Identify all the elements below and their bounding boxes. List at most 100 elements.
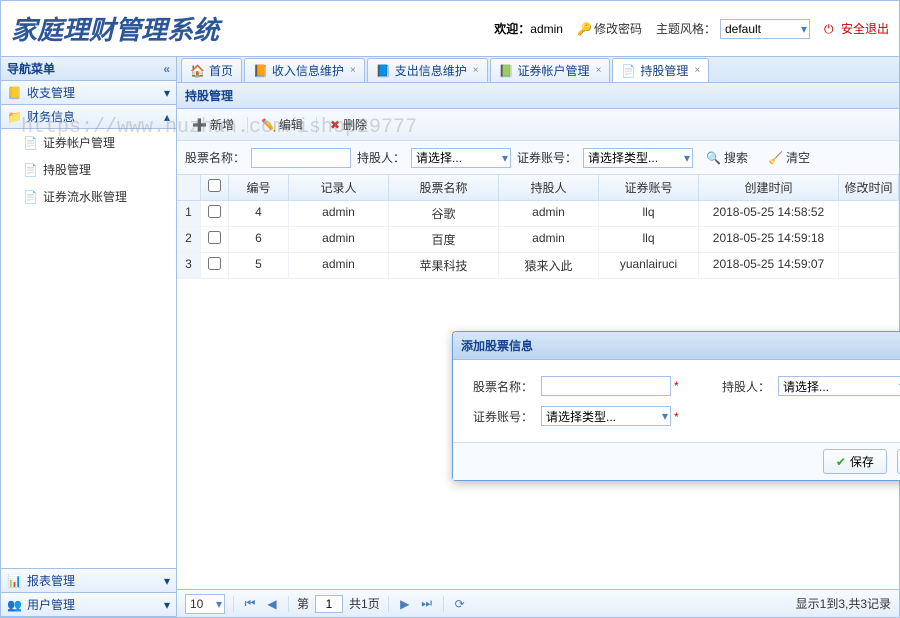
col-recorder[interactable]: 记录人 [289, 175, 389, 200]
next-page-button[interactable]: ▶ [397, 596, 413, 612]
tab-bar: 🏠首页 📙收入信息维护× 📘支出信息维护× 📗证券帐户管理× 📄持股管理× [177, 57, 899, 83]
page-size-combo[interactable]: 10▾ [185, 594, 225, 614]
first-page-button[interactable]: ⏮ [242, 596, 258, 612]
col-ctime[interactable]: 创建时间 [699, 175, 839, 200]
accordion-finance-info[interactable]: 📁财务信息 ▴ [1, 105, 176, 129]
cell-mtime [839, 253, 899, 278]
check-icon: ✔ [836, 455, 846, 469]
separator [316, 117, 317, 133]
cell-id: 6 [229, 227, 289, 252]
expand-icon: ▾ [164, 598, 170, 612]
tab-securities-account[interactable]: 📗证券帐户管理× [490, 58, 611, 82]
save-button[interactable]: ✔保存 [823, 449, 887, 474]
col-account[interactable]: 证券账号 [599, 175, 699, 200]
theme-combo[interactable]: default ▾ [720, 19, 810, 39]
theme-label: 主题风格： [656, 20, 716, 37]
cell-stock: 苹果科技 [389, 253, 499, 278]
cell-ctime: 2018-05-25 14:58:52 [699, 201, 839, 226]
tree-item-holdings[interactable]: 📄持股管理 [1, 156, 176, 183]
separator [233, 596, 234, 612]
stock-name-input[interactable] [251, 148, 351, 168]
refresh-button[interactable]: ⟳ [452, 596, 468, 612]
pager-info: 显示1到3,共3记录 [796, 595, 891, 612]
separator [443, 596, 444, 612]
accordion-reports[interactable]: 📊报表管理 ▾ [1, 569, 176, 593]
page-icon: 📄 [23, 136, 38, 150]
table-row[interactable]: 26admin百度adminllq2018-05-25 14:59:18 [177, 227, 899, 253]
cell-id: 4 [229, 201, 289, 226]
col-mtime[interactable]: 修改时间 [839, 175, 899, 200]
delete-button[interactable]: ✖删除 [323, 113, 374, 136]
dlg-stock-name-input[interactable] [541, 376, 671, 396]
toolbar: ➕新增 ✏️编辑 ✖删除 [177, 109, 899, 141]
book-icon: 📒 [7, 86, 22, 100]
collapse-left-icon[interactable]: « [163, 62, 170, 76]
close-icon[interactable]: × [694, 65, 700, 76]
cell-id: 5 [229, 253, 289, 278]
tab-holdings[interactable]: 📄持股管理× [612, 58, 709, 82]
accordion-income-expense[interactable]: 📒收支管理 ▾ [1, 81, 176, 105]
cell-holder: admin [499, 201, 599, 226]
sidebar-title[interactable]: 导航菜单 « [1, 57, 176, 81]
checkbox-cell[interactable] [201, 227, 229, 252]
rownum-cell: 3 [177, 253, 201, 278]
last-page-button[interactable]: ⏭ [419, 596, 435, 612]
sidebar: 导航菜单 « 📒收支管理 ▾ 📁财务信息 ▴ 📄证券帐户管理 📄持股管理 📄证券… [1, 57, 177, 617]
chevron-down-icon: ▾ [662, 409, 668, 423]
checkbox-header[interactable] [201, 175, 229, 200]
tree-item-securities-account[interactable]: 📄证券帐户管理 [1, 129, 176, 156]
tree-item-securities-flow[interactable]: 📄证券流水账管理 [1, 183, 176, 210]
tab-income[interactable]: 📙收入信息维护× [244, 58, 365, 82]
collapse-icon: ▴ [164, 110, 170, 124]
search-button[interactable]: 🔍搜索 [699, 146, 755, 169]
checkbox-cell[interactable] [201, 253, 229, 278]
change-password-link[interactable]: 🔑 修改密码 [577, 20, 642, 37]
table-row[interactable]: 14admin谷歌adminllq2018-05-25 14:58:52 [177, 201, 899, 227]
cell-stock: 谷歌 [389, 201, 499, 226]
dialog-title[interactable]: 添加股票信息 ✕ [453, 332, 900, 360]
col-holder[interactable]: 持股人 [499, 175, 599, 200]
key-icon: 🔑 [577, 22, 591, 36]
accordion-users[interactable]: 👥用户管理 ▾ [1, 593, 176, 617]
trash-icon: ✖ [330, 118, 340, 132]
cell-account: yuanlairuci [599, 253, 699, 278]
home-icon: 🏠 [190, 64, 205, 78]
edit-button[interactable]: ✏️编辑 [254, 113, 310, 136]
rownum-header [177, 175, 201, 200]
file-icon: 📄 [621, 64, 636, 78]
total-pages: 共1页 [349, 595, 380, 612]
holder-combo[interactable]: 请选择...▾ [411, 148, 511, 168]
close-icon[interactable]: × [596, 65, 602, 76]
add-button[interactable]: ➕新增 [185, 113, 241, 136]
logout-link[interactable]: ⏻ 安全退出 [824, 20, 889, 37]
close-icon[interactable]: × [473, 65, 479, 76]
clear-button[interactable]: 🧹清空 [761, 146, 817, 169]
account-label: 证券账号： [517, 149, 577, 166]
select-all-checkbox[interactable] [208, 179, 221, 192]
content-area: 🏠首页 📙收入信息维护× 📘支出信息维护× 📗证券帐户管理× 📄持股管理× 持股… [177, 57, 899, 617]
chevron-down-icon: ▾ [684, 151, 690, 165]
dlg-holder-combo[interactable]: 请选择...▾ [778, 376, 900, 396]
row-checkbox[interactable] [208, 257, 221, 270]
col-stock-name[interactable]: 股票名称 [389, 175, 499, 200]
tab-expense[interactable]: 📘支出信息维护× [367, 58, 488, 82]
tab-home[interactable]: 🏠首页 [181, 58, 242, 82]
folder-icon: 📁 [7, 110, 22, 124]
row-checkbox[interactable] [208, 231, 221, 244]
holder-label: 持股人： [357, 149, 405, 166]
account-combo[interactable]: 请选择类型...▾ [583, 148, 693, 168]
close-icon[interactable]: × [350, 65, 356, 76]
header-bar: 家庭理财管理系统 欢迎：admin 🔑 修改密码 主题风格： default ▾… [1, 1, 899, 57]
table-row[interactable]: 35admin苹果科技猿来入此yuanlairuci2018-05-25 14:… [177, 253, 899, 279]
pager: 10▾ ⏮ ◀ 第 共1页 ▶ ⏭ ⟳ 显示1到3,共3记录 [177, 589, 899, 617]
checkbox-cell[interactable] [201, 201, 229, 226]
prev-page-button[interactable]: ◀ [264, 596, 280, 612]
expand-icon: ▾ [164, 574, 170, 588]
chevron-down-icon: ▾ [216, 597, 222, 611]
expand-icon: ▾ [164, 86, 170, 100]
row-checkbox[interactable] [208, 205, 221, 218]
rownum-cell: 2 [177, 227, 201, 252]
dlg-account-combo[interactable]: 请选择类型...▾ [541, 406, 671, 426]
page-input[interactable] [315, 595, 343, 613]
col-id[interactable]: 编号 [229, 175, 289, 200]
